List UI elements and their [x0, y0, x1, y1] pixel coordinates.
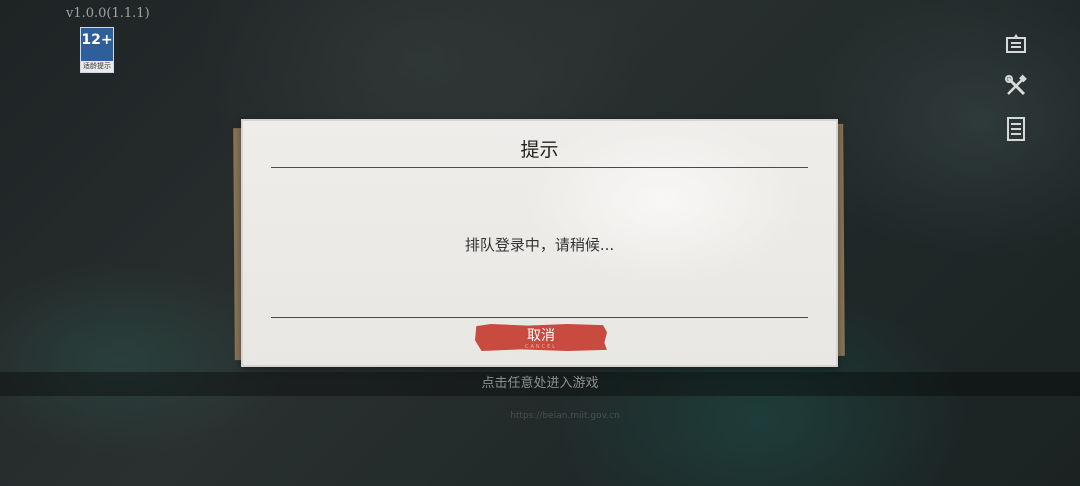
age-rating-badge: 12+ 适龄提示 — [80, 27, 114, 73]
dialog-title: 提示 — [520, 139, 559, 161]
footer-legal-text: https://beian.miit.gov.cn — [110, 410, 1020, 423]
cancel-button-label: 取消 — [527, 328, 555, 344]
title-divider — [271, 167, 808, 168]
cancel-button-sublabel: CANCEL — [524, 344, 558, 350]
age-rating-caption: 适龄提示 — [81, 61, 113, 72]
footer-divider — [271, 317, 808, 318]
tools-icon[interactable] — [1004, 74, 1028, 98]
cancel-button[interactable]: 取消 CANCEL — [475, 324, 607, 351]
notes-icon[interactable] — [1005, 116, 1027, 142]
version-label: v1.0.0(1.1.1) — [66, 6, 150, 21]
game-login-screen[interactable]: v1.0.0(1.1.1) 12+ 适龄提示 点击任意处进入游戏 https:/… — [0, 0, 1080, 486]
queue-dialog: 提示 排队登录中，请稍候... 取消 CANCEL — [241, 119, 838, 367]
dialog-message: 排队登录中，请稍候... — [464, 236, 615, 254]
footer-url[interactable]: https://beian.miit.gov.cn — [510, 411, 620, 421]
tap-to-enter-prompt[interactable]: 点击任意处进入游戏 — [0, 372, 1080, 396]
announcement-icon[interactable] — [1004, 32, 1028, 56]
age-rating-number: 12+ — [81, 32, 113, 48]
side-menu — [1004, 32, 1028, 142]
